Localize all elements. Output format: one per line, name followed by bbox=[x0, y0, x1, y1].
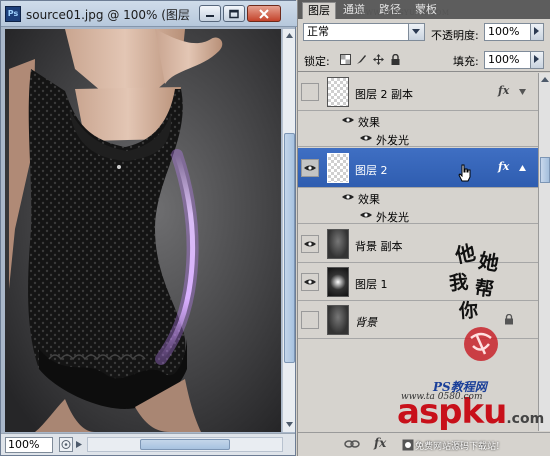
layer-name: 图层 1 bbox=[355, 278, 388, 291]
status-bar: 100% bbox=[1, 433, 295, 455]
eye-icon[interactable] bbox=[360, 211, 372, 219]
document-titlebar[interactable]: Ps source01.jpg @ 100% (图层 bbox=[1, 1, 297, 27]
fill-value: 100% bbox=[488, 53, 520, 66]
maximize-button[interactable] bbox=[223, 5, 245, 22]
effect-row-outer-glow[interactable]: 外发光 bbox=[298, 129, 538, 147]
vertical-scrollbar[interactable] bbox=[282, 29, 295, 432]
effects-label: 效果 bbox=[358, 116, 380, 129]
maximize-icon bbox=[229, 9, 239, 18]
panel-bottom-toolbar: fx bbox=[298, 432, 550, 456]
effect-row-outer-glow[interactable]: 外发光 bbox=[298, 206, 538, 224]
tab-paths[interactable]: 路径 bbox=[374, 2, 406, 19]
layer-thumbnail bbox=[327, 153, 349, 183]
eye-icon bbox=[304, 165, 316, 171]
layer-thumbnail bbox=[327, 229, 349, 259]
effects-row: 效果 bbox=[298, 188, 538, 206]
effect-outer-glow-label: 外发光 bbox=[376, 134, 409, 147]
document-canvas[interactable] bbox=[5, 29, 281, 432]
eye-icon[interactable] bbox=[342, 116, 354, 124]
status-menu-arrow-icon[interactable] bbox=[75, 440, 83, 449]
layer-row[interactable]: 背景 bbox=[298, 301, 538, 339]
collapse-effects-icon[interactable] bbox=[518, 164, 527, 172]
fx-icon[interactable]: fx bbox=[498, 160, 509, 173]
lock-label: 锁定: bbox=[304, 55, 330, 68]
panel-tab-row: 图层 通道 路径 蒙板 bbox=[298, 0, 550, 19]
fill-slider-button[interactable] bbox=[530, 52, 543, 68]
blend-mode-value: 正常 bbox=[307, 25, 329, 38]
fill-field[interactable]: 100% bbox=[484, 51, 544, 69]
chevron-right-icon bbox=[534, 55, 539, 63]
fill-label: 填充: bbox=[453, 55, 479, 68]
scroll-up-icon[interactable] bbox=[284, 30, 295, 41]
layer-name: 背景 bbox=[355, 316, 377, 329]
opacity-value: 100% bbox=[488, 25, 520, 38]
lock-image-brush-icon[interactable] bbox=[356, 54, 367, 65]
layers-scrollbar[interactable] bbox=[538, 73, 550, 431]
lock-transparent-icon[interactable] bbox=[340, 54, 351, 65]
close-icon bbox=[259, 8, 269, 19]
layer-row[interactable]: 背景 副本 bbox=[298, 225, 538, 263]
layer-name: 图层 2 bbox=[355, 164, 388, 177]
canvas-artwork bbox=[5, 29, 281, 432]
document-info-icon[interactable] bbox=[59, 437, 73, 452]
layer-name: 背景 副本 bbox=[355, 240, 403, 253]
layer-name: 图层 2 副本 bbox=[355, 88, 413, 101]
scroll-down-icon[interactable] bbox=[284, 419, 295, 430]
opacity-label: 不透明度: bbox=[431, 29, 479, 42]
scroll-up-icon[interactable] bbox=[540, 75, 550, 84]
visibility-toggle[interactable] bbox=[301, 83, 319, 101]
tab-channels[interactable]: 通道 bbox=[338, 2, 370, 19]
layers-scroll-thumb[interactable] bbox=[540, 157, 550, 183]
layer-row[interactable]: 图层 2 副本 fx bbox=[298, 73, 538, 111]
visibility-toggle[interactable] bbox=[301, 311, 319, 329]
add-mask-icon[interactable] bbox=[402, 439, 414, 451]
eye-icon[interactable] bbox=[342, 193, 354, 201]
layers-panel: 图层 通道 路径 蒙板 正常 不透明度: 100% 锁定: 填充: 100% 图… bbox=[297, 0, 550, 456]
document-window: Ps source01.jpg @ 100% (图层 100% bbox=[0, 0, 297, 456]
layer-thumbnail bbox=[327, 267, 349, 297]
document-title: source01.jpg @ 100% (图层 bbox=[26, 8, 190, 22]
minimize-button[interactable] bbox=[199, 5, 221, 22]
expand-effects-icon[interactable] bbox=[518, 88, 527, 96]
effects-label: 效果 bbox=[358, 193, 380, 206]
document-info-glyph bbox=[61, 440, 71, 449]
blend-mode-select[interactable]: 正常 bbox=[303, 23, 425, 41]
visibility-toggle[interactable] bbox=[301, 273, 319, 291]
zoom-field[interactable]: 100% bbox=[5, 437, 53, 453]
lock-row: 锁定: 填充: 100% bbox=[298, 48, 550, 72]
layer-thumbnail bbox=[327, 305, 349, 335]
eye-icon[interactable] bbox=[360, 134, 372, 142]
close-button[interactable] bbox=[247, 5, 281, 22]
link-layers-icon[interactable] bbox=[344, 439, 360, 449]
eye-icon bbox=[304, 279, 316, 285]
opacity-field[interactable]: 100% bbox=[484, 23, 544, 41]
lock-icon bbox=[505, 314, 513, 325]
visibility-toggle[interactable] bbox=[301, 159, 319, 177]
vertical-scroll-thumb[interactable] bbox=[284, 133, 295, 363]
horizontal-scrollbar[interactable] bbox=[87, 437, 283, 452]
chevron-right-icon bbox=[534, 27, 539, 35]
tab-layers[interactable]: 图层 bbox=[302, 2, 336, 19]
blend-row: 正常 不透明度: 100% bbox=[298, 21, 550, 45]
ps-app-icon: Ps bbox=[5, 6, 21, 22]
opacity-slider-button[interactable] bbox=[530, 24, 543, 40]
chevron-down-icon bbox=[412, 29, 420, 34]
visibility-toggle[interactable] bbox=[301, 235, 319, 253]
effects-row: 效果 bbox=[298, 111, 538, 129]
fx-icon[interactable]: fx bbox=[498, 84, 509, 97]
tab-masks[interactable]: 蒙板 bbox=[410, 2, 442, 19]
layer-row[interactable]: 图层 1 bbox=[298, 263, 538, 301]
layer-thumbnail bbox=[327, 77, 349, 107]
horizontal-scroll-thumb[interactable] bbox=[140, 439, 230, 450]
minimize-icon bbox=[206, 14, 214, 17]
hand-cursor-icon bbox=[458, 164, 471, 182]
effect-outer-glow-label: 外发光 bbox=[376, 211, 409, 224]
eye-icon bbox=[304, 241, 316, 247]
layers-list: 图层 2 副本 fx 效果 外发光 图层 2 fx 效果 外发光 背景 副本 图… bbox=[298, 73, 538, 431]
lock-position-move-icon[interactable] bbox=[373, 54, 384, 65]
lock-all-icon[interactable] bbox=[390, 54, 401, 65]
add-layer-style-button[interactable]: fx bbox=[374, 436, 386, 450]
blend-dropdown-button[interactable] bbox=[408, 24, 424, 40]
layer-row-selected[interactable]: 图层 2 fx bbox=[298, 148, 538, 188]
